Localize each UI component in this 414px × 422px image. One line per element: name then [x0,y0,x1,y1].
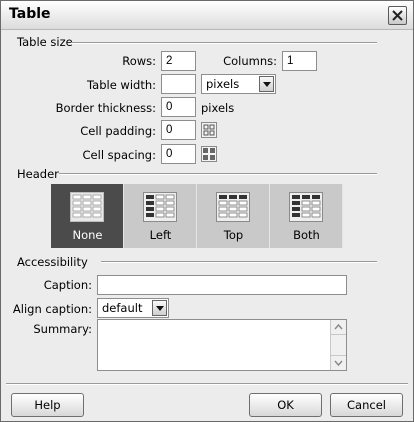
chevron-down-icon [334,360,343,367]
rows-label: Rows: [122,54,156,68]
width-unit-dropdown-button[interactable] [259,76,274,92]
cancel-button[interactable]: Cancel [330,393,403,417]
align-caption-value: default [102,301,143,315]
header-option-top-label: Top [223,228,244,242]
table-width-unit-value: pixels [206,77,240,91]
border-thickness-label: Border thickness: [55,101,156,115]
title-bar: Table [1,1,413,30]
summary-scrollbar[interactable] [330,320,346,370]
align-caption-label: Align caption: [12,302,92,316]
cell-spacing-input[interactable] [161,144,196,164]
caption-input[interactable] [97,275,347,295]
ok-button[interactable]: OK [249,393,322,417]
cell-padding-icon [201,122,217,138]
header-option-none[interactable]: None [51,184,124,248]
help-button[interactable]: Help [11,393,84,417]
header-legend: Header [17,167,59,181]
columns-input[interactable] [282,51,317,71]
table-header-top-icon [216,192,250,222]
chevron-down-icon [263,82,271,87]
scroll-up-button[interactable] [331,320,346,335]
scroll-down-button[interactable] [331,355,346,370]
cell-spacing-label: Cell spacing: [82,148,156,162]
cell-padding-label: Cell padding: [80,124,156,138]
header-option-none-label: None [72,228,103,242]
header-option-both[interactable]: Both [270,184,343,248]
close-button[interactable] [388,6,407,25]
columns-label: Columns: [223,54,277,68]
chevron-up-icon [334,323,343,330]
table-header-none-icon [70,192,104,222]
header-option-left[interactable]: Left [124,184,197,248]
table-size-legend: Table size [17,35,73,49]
rows-input[interactable] [161,51,196,71]
header-divider [59,173,377,175]
table-width-input[interactable] [161,74,196,94]
footer-divider [6,383,408,385]
accessibility-divider [101,261,377,263]
summary-label: Summary: [33,322,92,336]
align-caption-select[interactable]: default [97,298,169,318]
summary-textarea[interactable] [97,319,347,371]
close-icon [392,10,403,21]
border-unit-label: pixels [201,101,235,115]
header-option-top[interactable]: Top [197,184,270,248]
table-dialog: Table Table size Rows: Columns: Table wi… [0,0,414,422]
header-option-left-label: Left [149,228,172,242]
table-header-left-icon [143,192,177,222]
header-option-both-label: Both [293,228,320,242]
align-caption-dropdown-button[interactable] [152,300,167,316]
table-width-unit-select[interactable]: pixels [201,74,276,94]
cell-spacing-icon [201,146,217,162]
cell-padding-input[interactable] [161,120,196,140]
table-size-divider [71,42,377,44]
accessibility-legend: Accessibility [17,255,88,269]
dialog-title: Table [9,6,51,22]
table-header-both-icon [289,192,323,222]
table-width-label: Table width: [87,78,156,92]
chevron-down-icon [156,306,164,311]
border-thickness-input[interactable] [161,97,196,117]
caption-label: Caption: [43,278,92,292]
